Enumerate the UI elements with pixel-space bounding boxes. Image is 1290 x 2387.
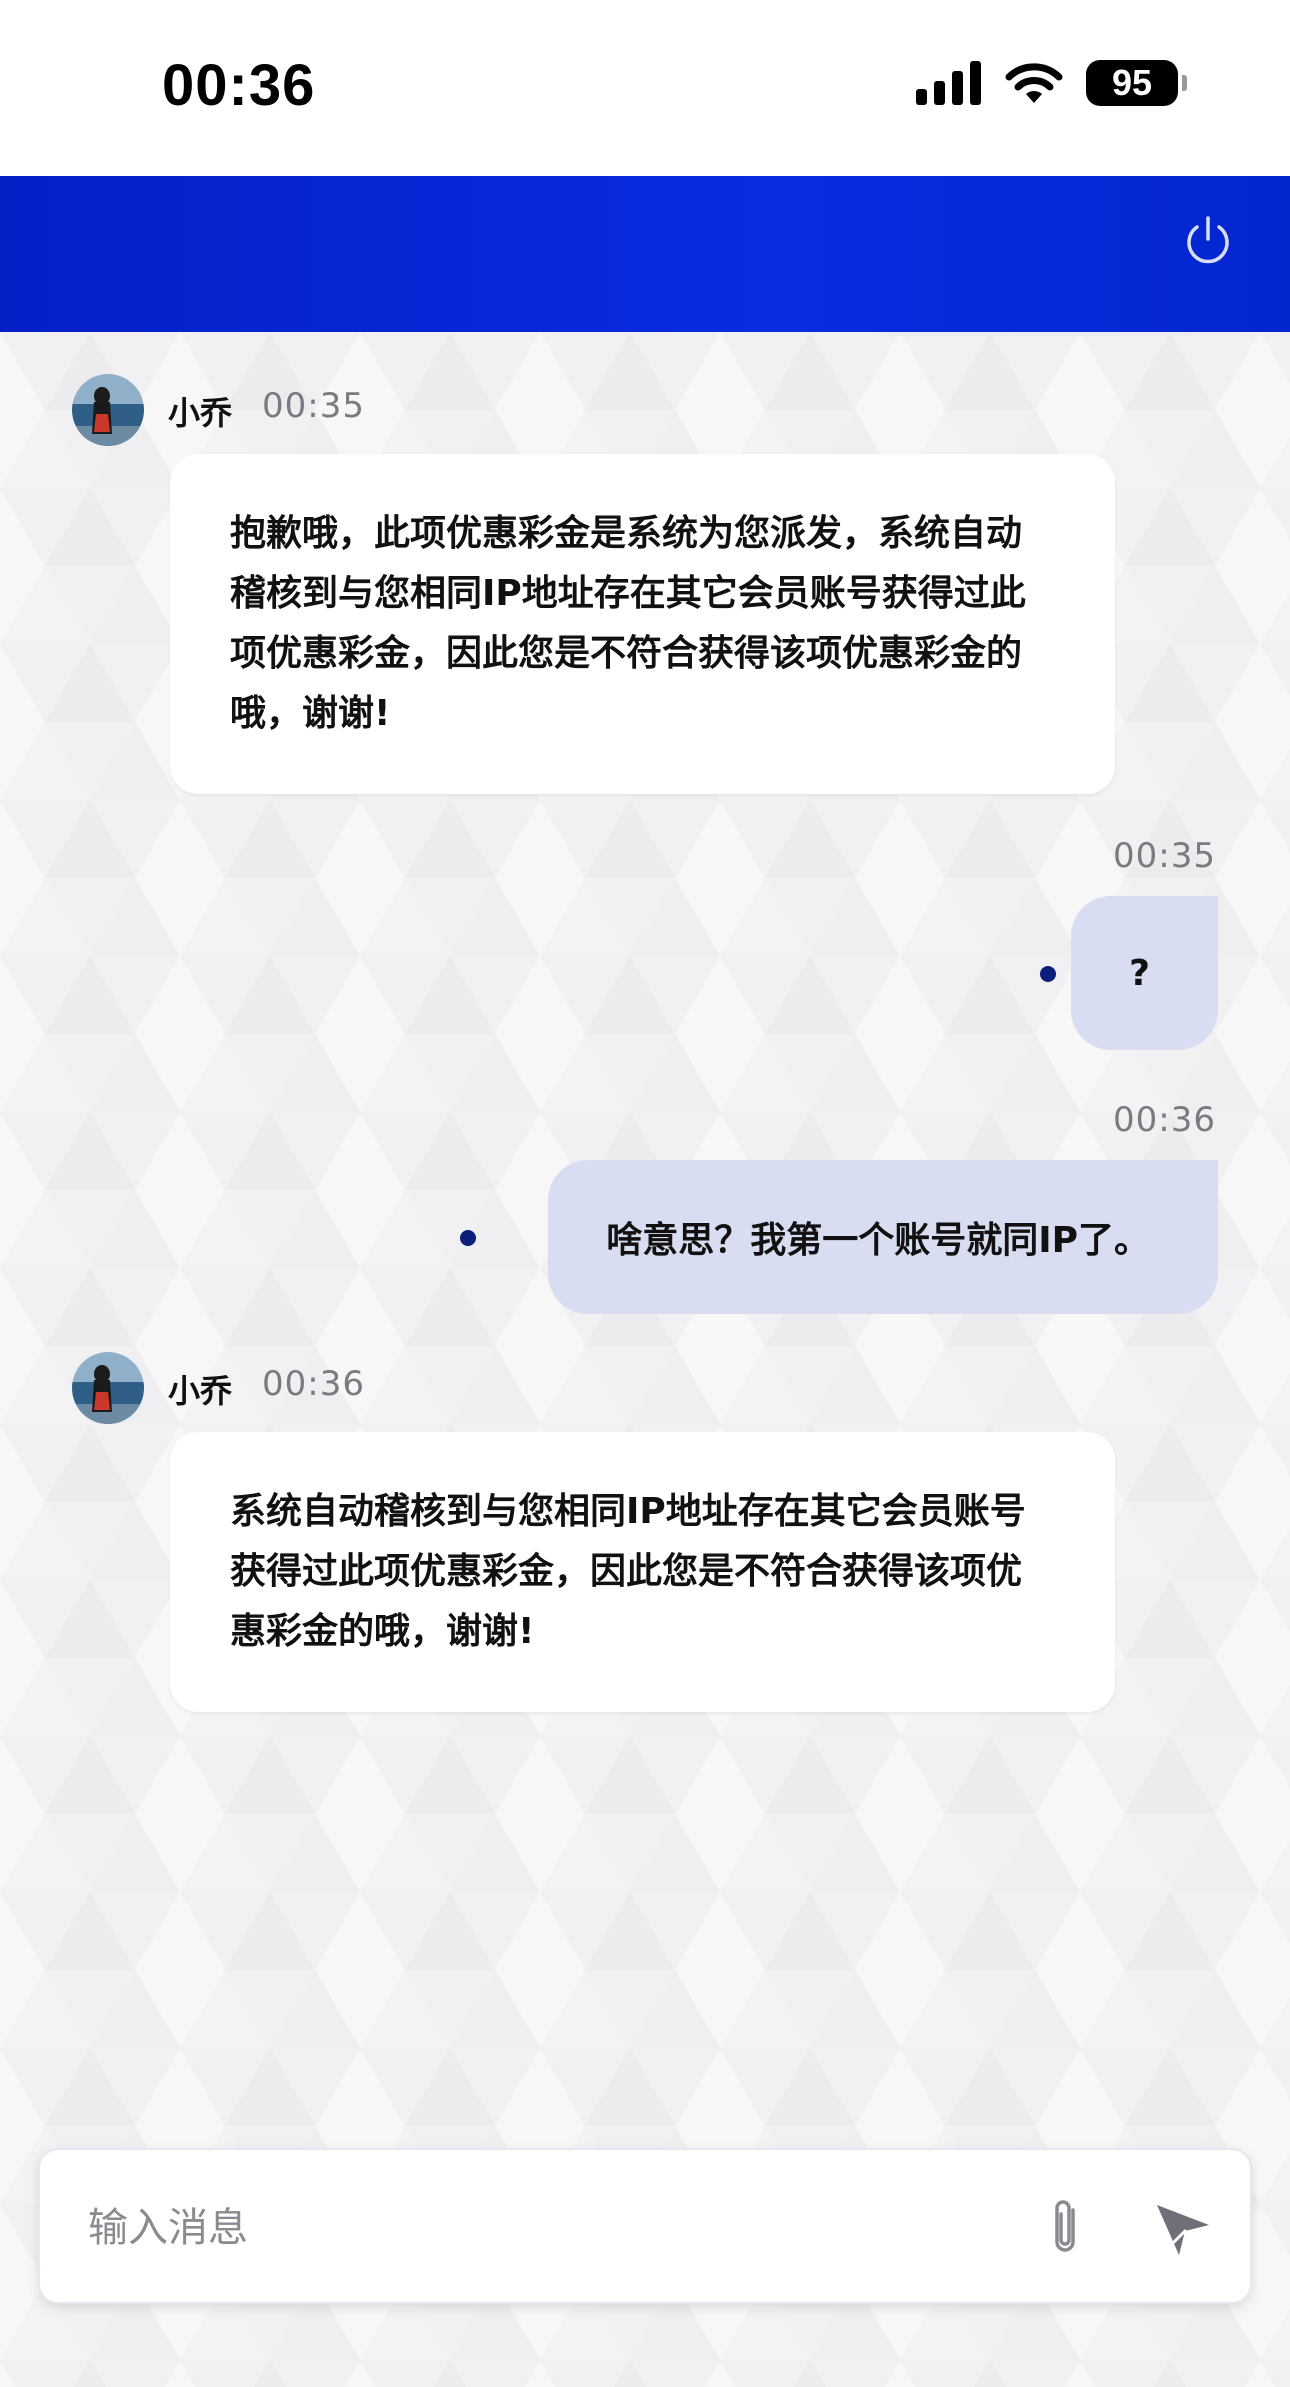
status-bar: 00:36 95 xyxy=(0,0,1290,176)
message-timestamp: 00:36 xyxy=(262,1364,365,1404)
battery-indicator: 95 xyxy=(1086,60,1187,106)
user-message-bubble: ? xyxy=(1071,896,1218,1050)
message-input[interactable] xyxy=(88,2190,988,2266)
cellular-signal-icon xyxy=(916,61,981,105)
avatar-image xyxy=(72,1352,144,1424)
app-header xyxy=(0,176,1290,332)
agent-message-bubble: 系统自动稽核到与您相同IP地址存在其它会员账号获得过此项优惠彩金，因此您是不符合… xyxy=(170,1432,1115,1712)
agent-name: 小乔 xyxy=(168,1372,233,1410)
message-composer xyxy=(38,2148,1252,2304)
read-receipt-dot xyxy=(460,1230,476,1246)
send-icon xyxy=(1157,2205,1209,2255)
chat-area[interactable]: 小乔 00:35 抱歉哦，此项优惠彩金是系统为您派发，系统自动稽核到与您相同IP… xyxy=(0,332,1290,2387)
logout-button[interactable] xyxy=(1178,210,1238,270)
power-icon xyxy=(1187,216,1229,264)
agent-avatar[interactable] xyxy=(72,1352,144,1424)
agent-message-bubble: 抱歉哦，此项优惠彩金是系统为您派发，系统自动稽核到与您相同IP地址存在其它会员账… xyxy=(170,454,1115,794)
wifi-icon xyxy=(1005,63,1063,103)
status-time: 00:36 xyxy=(162,53,316,118)
paperclip-icon xyxy=(1055,2200,1075,2252)
message-timestamp: 00:35 xyxy=(1113,836,1216,876)
read-receipt-dot xyxy=(1040,966,1056,982)
status-icons: 95 xyxy=(916,60,1187,106)
user-message-bubble: 啥意思？我第一个账号就同IP了。 xyxy=(548,1160,1218,1314)
send-button[interactable] xyxy=(1146,2192,1220,2266)
agent-name: 小乔 xyxy=(168,394,233,432)
message-timestamp: 00:36 xyxy=(1113,1100,1216,1140)
avatar-image xyxy=(72,374,144,446)
attach-button[interactable] xyxy=(1030,2190,1100,2266)
message-timestamp: 00:35 xyxy=(262,386,365,426)
agent-avatar[interactable] xyxy=(72,374,144,446)
previous-message-bubble xyxy=(870,332,1210,336)
